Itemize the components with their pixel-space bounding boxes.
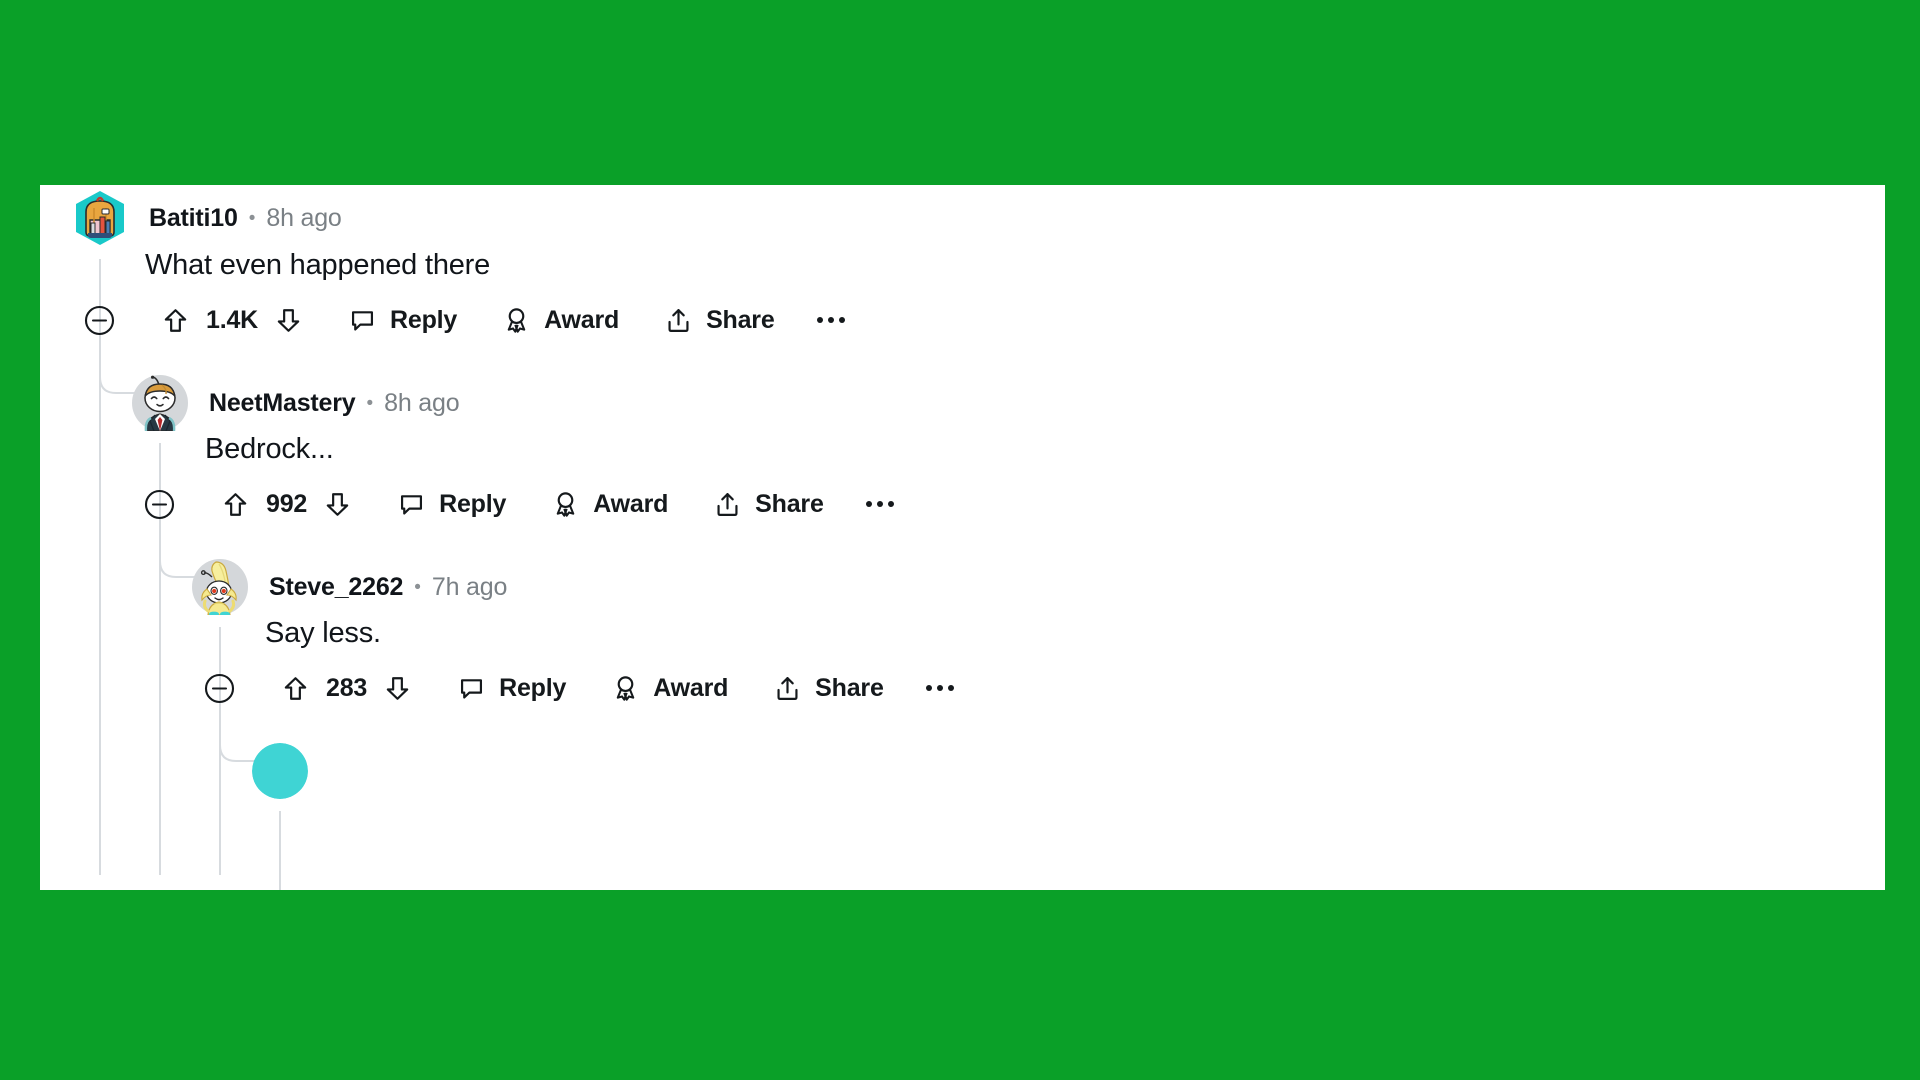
vote-count: 992 — [266, 489, 308, 518]
comment-action-bar: 992 Reply Award Share — [143, 482, 894, 526]
timestamp: 8h ago — [266, 203, 342, 232]
dot — [816, 317, 823, 323]
dot — [887, 501, 894, 507]
share-label: Share — [755, 489, 824, 518]
vote-count: 283 — [326, 673, 368, 702]
upvote-button[interactable] — [161, 298, 190, 342]
comment-body: Say less. — [265, 617, 381, 649]
more-options-button[interactable] — [925, 685, 954, 691]
thread-line-depth-3[interactable] — [279, 811, 281, 890]
comment-body: Bedrock... — [205, 433, 334, 465]
downvote-button[interactable] — [383, 666, 412, 710]
reply-button[interactable]: Reply — [348, 298, 457, 342]
avatar[interactable] — [72, 190, 128, 246]
comment-action-bar: 1.4K Reply Award Share — [83, 298, 845, 342]
collapse-thread-button[interactable] — [143, 482, 176, 526]
share-label: Share — [815, 673, 884, 702]
avatar[interactable] — [132, 375, 188, 431]
comment-header: Steve_2262 • 7h ago — [192, 559, 507, 615]
award-button[interactable]: Award — [551, 482, 668, 526]
avatar[interactable] — [192, 559, 248, 615]
comment-header: NeetMastery • 8h ago — [132, 375, 460, 431]
dot — [876, 501, 883, 507]
dot — [838, 317, 845, 323]
reply-button[interactable]: Reply — [457, 666, 566, 710]
reply-label: Reply — [390, 305, 458, 334]
dot — [827, 317, 834, 323]
more-options-button[interactable] — [816, 317, 845, 323]
share-button[interactable]: Share — [713, 482, 824, 526]
comment-thread-card: Batiti10 • 8h ago What even happened the… — [40, 185, 1885, 890]
reply-label: Reply — [499, 673, 567, 702]
vote-count: 1.4K — [206, 305, 259, 334]
timestamp: 8h ago — [384, 388, 460, 417]
vote-group: 1.4K — [161, 298, 303, 342]
collapse-thread-button[interactable] — [83, 298, 116, 342]
dot — [865, 501, 872, 507]
share-label: Share — [706, 305, 775, 334]
timestamp: 7h ago — [431, 572, 508, 601]
comment-header: Batiti10 • 8h ago — [72, 190, 342, 246]
username[interactable]: Steve_2262 — [269, 573, 403, 602]
award-label: Award — [653, 673, 729, 702]
downvote-button[interactable] — [323, 482, 352, 526]
thread-line-depth-2[interactable] — [219, 627, 221, 875]
downvote-button[interactable] — [274, 298, 303, 342]
reply-label: Reply — [439, 489, 507, 518]
more-options-button[interactable] — [865, 501, 894, 507]
dot — [925, 685, 932, 691]
collapse-thread-button[interactable] — [203, 666, 236, 710]
dot — [947, 685, 954, 691]
comment-body: What even happened there — [145, 249, 491, 281]
reply-button[interactable]: Reply — [397, 482, 506, 526]
screenshot-root: Batiti10 • 8h ago What even happened the… — [0, 0, 1920, 1080]
separator-dot: • — [414, 576, 421, 598]
comment-action-bar: 283 Reply Award Share — [203, 666, 954, 710]
share-button[interactable]: Share — [664, 298, 775, 342]
vote-group: 992 — [221, 482, 352, 526]
award-button[interactable]: Award — [611, 666, 728, 710]
username[interactable]: NeetMastery — [209, 389, 356, 418]
thread-line-depth-0[interactable] — [99, 259, 101, 875]
separator-dot: • — [366, 392, 374, 414]
separator-dot: • — [248, 207, 256, 229]
avatar[interactable] — [252, 743, 308, 799]
username[interactable]: Batiti10 — [149, 204, 238, 233]
thread-elbow-depth-3 — [219, 703, 259, 763]
dot — [936, 685, 943, 691]
upvote-button[interactable] — [281, 666, 310, 710]
award-button[interactable]: Award — [502, 298, 619, 342]
upvote-button[interactable] — [221, 482, 250, 526]
award-label: Award — [544, 305, 620, 334]
vote-group: 283 — [281, 666, 412, 710]
award-label: Award — [593, 489, 669, 518]
share-button[interactable]: Share — [773, 666, 884, 710]
